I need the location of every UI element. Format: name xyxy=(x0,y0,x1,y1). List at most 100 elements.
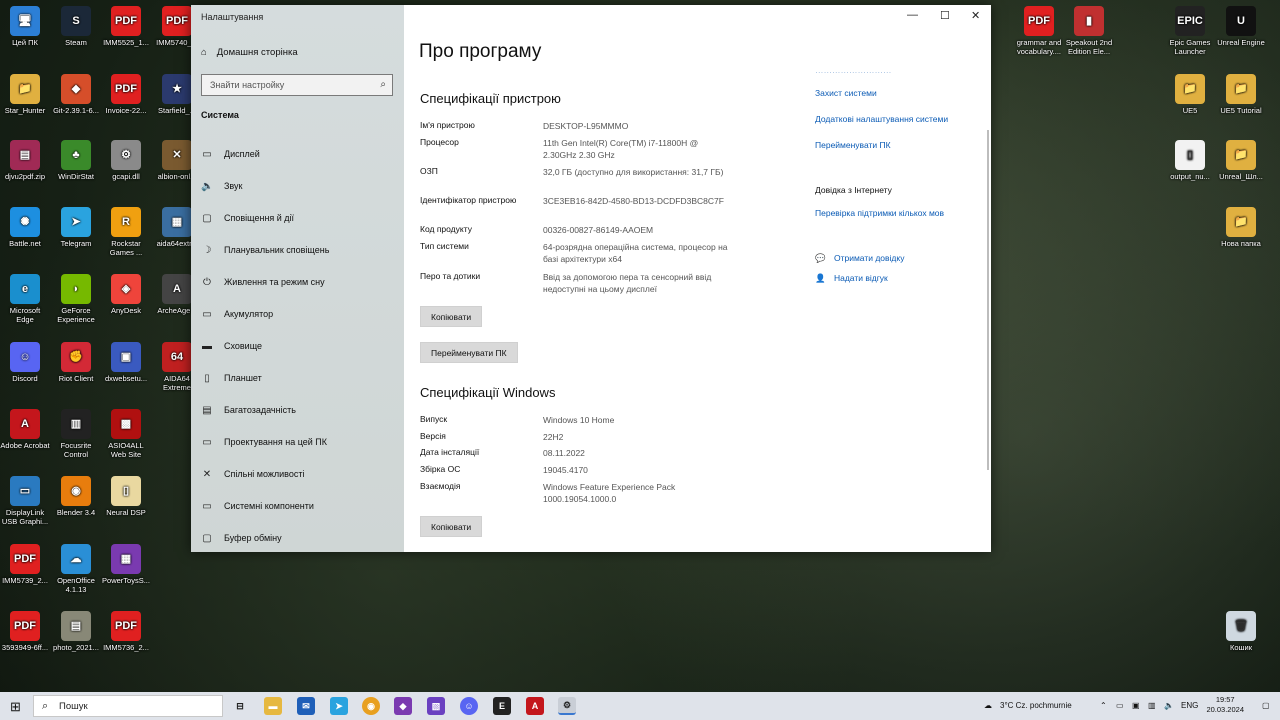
task-view-icon[interactable]: ⊟ xyxy=(231,697,249,715)
taskbar-search-input[interactable]: ⌕ Пошук xyxy=(33,695,223,717)
desktop-icon[interactable]: 📁 Нова папка xyxy=(1216,207,1266,248)
desktop-icon[interactable]: U Unreal Engine xyxy=(1216,6,1266,47)
desktop-icon-label: PowerToysS... xyxy=(102,576,150,585)
desktop-icon[interactable]: PDF IMM5739_2... xyxy=(0,544,50,585)
tray-chevron-icon[interactable]: ⌃ xyxy=(1100,701,1107,710)
notification-icon[interactable]: ▢ xyxy=(1262,701,1270,710)
desktop-icon[interactable]: ▤ photo_2021... xyxy=(51,611,101,652)
minimize-button[interactable]: — xyxy=(907,9,918,21)
desktop-icon[interactable]: ◗ GeForce Experience xyxy=(51,274,101,324)
language-indicator[interactable]: ENG xyxy=(1181,701,1198,710)
get-help-link[interactable]: 💬 Отримати довідку xyxy=(815,253,904,264)
desktop-icon[interactable]: ✊ Riot Client xyxy=(51,342,101,383)
nav-item[interactable]: ▭ Системні компоненти xyxy=(201,498,396,514)
nav-item[interactable]: ▭ Проектування на цей ПК xyxy=(201,434,396,450)
desktop-icon-label: Discord xyxy=(12,374,38,383)
network-icon[interactable]: ▣ xyxy=(1132,701,1140,710)
desktop-icon[interactable]: EPIC Epic Games Launcher xyxy=(1165,6,1215,56)
nav-item[interactable]: ▭ Дисплей xyxy=(201,146,396,162)
desktop-icon[interactable]: ◉ Blender 3.4 xyxy=(51,476,101,517)
close-button[interactable]: ✕ xyxy=(971,9,980,22)
desktop-icon[interactable]: 📁 Star_Hunter xyxy=(0,74,50,115)
desktop-icon[interactable]: 🗑 Кошик xyxy=(1216,611,1266,652)
desktop-icon[interactable]: ▭ DisplayLink USB Graphi... xyxy=(0,476,50,526)
settings-app-icon[interactable]: ⚙ xyxy=(558,697,576,715)
acrobat-icon[interactable]: A xyxy=(526,697,544,715)
side-link-cut[interactable]: ……………………… xyxy=(815,65,892,75)
desktop-icon[interactable]: ▥ Focusrite Control xyxy=(51,409,101,459)
desktop-icon[interactable]: ♣ WinDirStat xyxy=(51,140,101,181)
nav-item[interactable]: ▢ Сповіщення й дії xyxy=(201,210,396,226)
nav-item[interactable]: ▢ Буфер обміну xyxy=(201,530,396,546)
desktop-icon[interactable]: PDF IMM5525_1... xyxy=(101,6,151,47)
desktop-icon[interactable]: ◈ AnyDesk xyxy=(101,274,151,315)
copy-windows-specs-button[interactable]: Копіювати xyxy=(420,516,483,537)
visual-studio-icon[interactable]: ◆ xyxy=(394,697,412,715)
desktop-icon[interactable]: ▯ output_nu... xyxy=(1165,140,1215,181)
desktop-icon[interactable]: ☁ OpenOffice 4.1.13 xyxy=(51,544,101,594)
desktop-icon[interactable]: ▩ ASIO4ALL Web Site xyxy=(101,409,151,459)
desktop-icon[interactable]: 📁 UE5 xyxy=(1165,74,1215,115)
clock[interactable]: 19:57 20.03.2024 xyxy=(1206,695,1244,715)
desktop-icon[interactable]: R Rockstar Games ... xyxy=(101,207,151,257)
desktop-icon[interactable]: ◆ Git-2.39.1-6... xyxy=(51,74,101,115)
desktop-icon[interactable]: A Adobe Acrobat xyxy=(0,409,50,450)
weather-text[interactable]: 3°C Cz. pochmurnie xyxy=(1000,701,1072,710)
chrome-icon[interactable]: ◉ xyxy=(362,697,380,715)
nav-item[interactable]: ▤ Багатозадачність xyxy=(201,402,396,418)
side-link-rename-pc[interactable]: Перейменувати ПК xyxy=(815,140,891,150)
desktop-icon[interactable]: PDF 3593949-6ff... xyxy=(0,611,50,652)
desktop-icon[interactable]: 🖥 Цей ПК xyxy=(0,6,50,47)
nav-item[interactable]: ▬ Сховище xyxy=(201,338,396,354)
desktop-icon[interactable]: ▯ Neural DSP xyxy=(101,476,151,517)
nav-item[interactable]: ▯ Планшет xyxy=(201,370,396,386)
help-link-languages[interactable]: Перевірка підтримки кількох мов xyxy=(815,208,944,218)
usb-icon[interactable]: ▥ xyxy=(1148,701,1156,710)
copy-device-specs-button[interactable]: Копіювати xyxy=(420,306,483,327)
rename-pc-button[interactable]: Перейменувати ПК xyxy=(420,342,518,363)
desktop-icon[interactable]: ▤ djvu2pdf.zip xyxy=(0,140,50,181)
desktop-icon[interactable]: S Steam xyxy=(51,6,101,47)
feedback-link[interactable]: 👤 Надати відгук xyxy=(815,273,888,284)
scrollbar[interactable] xyxy=(987,130,989,470)
mail-icon[interactable]: ✉ xyxy=(297,697,315,715)
desktop-icon[interactable]: PDF IMM5736_2... xyxy=(101,611,151,652)
telegram-icon[interactable]: ➤ xyxy=(330,697,348,715)
side-link-advanced-settings[interactable]: Додаткові налаштування системи xyxy=(815,114,948,124)
volume-icon[interactable]: 🔈 xyxy=(1164,701,1174,710)
desktop-icon[interactable]: ▦ PowerToysS... xyxy=(101,544,151,585)
desktop-icon[interactable]: ☺ Discord xyxy=(0,342,50,383)
app-icon-purple[interactable]: ▧ xyxy=(427,697,445,715)
desktop-icon[interactable]: 📁 UE5 Tutorial xyxy=(1216,74,1266,115)
discord-icon[interactable]: ☺ xyxy=(460,697,478,715)
nav-item[interactable]: ☽ Планувальник сповіщень xyxy=(201,242,396,258)
desktop-icon[interactable]: PDF Invoice-22... xyxy=(101,74,151,115)
spec-value: 3CE3EB16-842D-4580-BD13-DCDFD3BC8C7F xyxy=(543,196,724,206)
desktop-icon[interactable]: ▮ Speakout 2nd Edition Ele... xyxy=(1064,6,1114,56)
desktop-icon[interactable]: ➤ Telegram xyxy=(51,207,101,248)
desktop-app-icon: ▤ xyxy=(10,140,40,170)
nav-item-icon: ▭ xyxy=(202,308,212,320)
windows-start-icon[interactable]: ⊞ xyxy=(10,699,21,715)
side-link-system-protection[interactable]: Захист системи xyxy=(815,88,877,98)
nav-item-icon: ▢ xyxy=(202,532,212,544)
nav-item[interactable]: ⏻ Живлення та режим сну xyxy=(201,274,396,290)
weather-icon[interactable]: ☁ xyxy=(984,701,992,710)
desktop-icon[interactable]: PDF grammar and vocabulary.... xyxy=(1014,6,1064,56)
desktop-icon[interactable]: 📁 Unreal_Шл... xyxy=(1216,140,1266,181)
nav-item[interactable]: 🔈 Звук xyxy=(201,178,396,194)
desktop-icon-label: OpenOffice 4.1.13 xyxy=(57,576,95,594)
battery-icon[interactable]: ▭ xyxy=(1116,701,1124,710)
nav-item[interactable]: ▭ Акумулятор xyxy=(201,306,396,322)
desktop-icon[interactable]: e Microsoft Edge xyxy=(0,274,50,324)
settings-search-input[interactable]: Знайти настройку ⌕ xyxy=(201,74,393,96)
nav-home[interactable]: ⌂ Домашня сторінка xyxy=(201,47,298,58)
maximize-button[interactable]: ☐ xyxy=(940,9,950,22)
desktop-icon[interactable]: ▣ dxwebsetu... xyxy=(101,342,151,383)
desktop-icon[interactable]: ⚙ gcapi.dll xyxy=(101,140,151,181)
desktop-icon[interactable]: ✺ Battle.net xyxy=(0,207,50,248)
desktop-icon-label: IMM5736_2... xyxy=(103,643,149,652)
file-explorer-icon[interactable]: ▬ xyxy=(264,697,282,715)
epic-games-icon[interactable]: E xyxy=(493,697,511,715)
nav-item[interactable]: ✕ Спільні можливості xyxy=(201,466,396,482)
